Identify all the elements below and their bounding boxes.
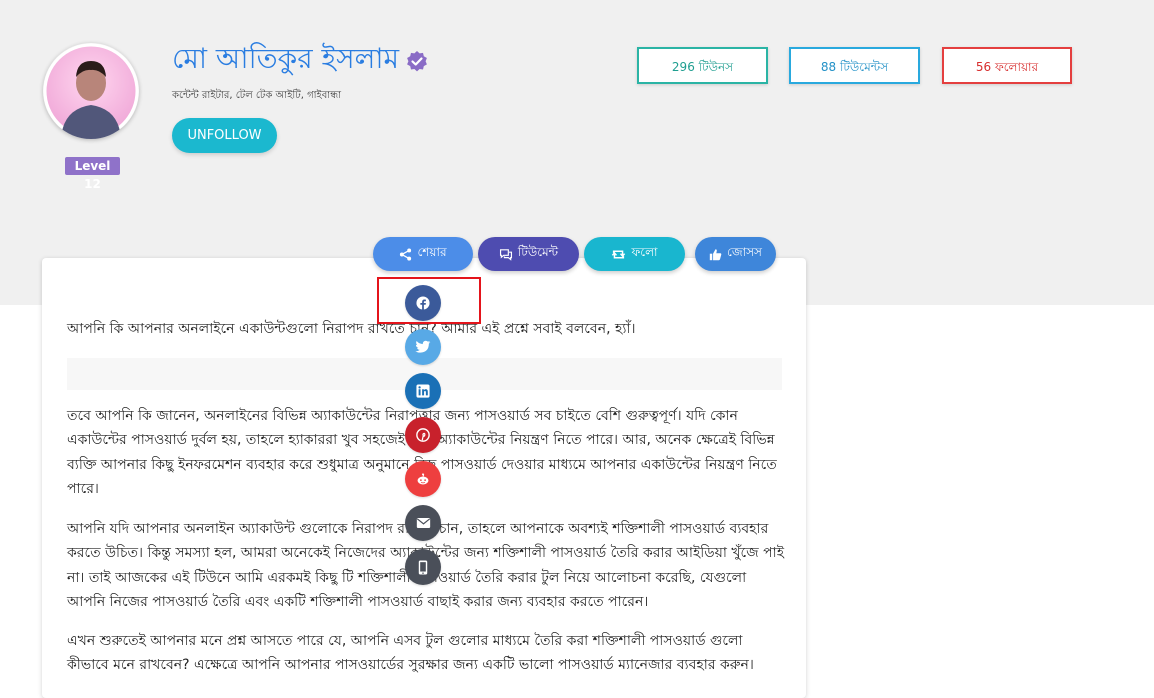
tument-button[interactable]: টিউমেন্ট xyxy=(478,237,579,271)
phone-share-button[interactable] xyxy=(405,549,441,585)
twitter-icon xyxy=(415,340,431,353)
verified-badge-icon xyxy=(405,48,429,72)
linkedin-icon xyxy=(416,384,430,398)
josh-button[interactable]: জোসস xyxy=(695,237,776,271)
follow-label: ফলো xyxy=(631,245,658,259)
thumbs-up-icon xyxy=(709,248,722,260)
article-paragraph: এখন শুরুতেই আপনার মনে প্রশ্ন আসতে পারে য… xyxy=(67,633,754,674)
share-icon xyxy=(400,247,412,261)
email-icon xyxy=(416,518,430,528)
retweet-icon xyxy=(612,250,626,258)
tuments-count-button[interactable]: 88 টিউমেন্টস xyxy=(789,47,920,84)
profile-name-text: মো আতিকুর ইসলাম xyxy=(172,41,400,75)
twitter-share-button[interactable] xyxy=(405,329,441,365)
reddit-icon xyxy=(417,473,429,485)
pinterest-share-button[interactable] xyxy=(405,417,441,453)
comments-icon xyxy=(499,248,512,261)
share-button[interactable]: শেয়ার xyxy=(373,237,473,271)
follow-button[interactable]: ফলো xyxy=(584,237,685,271)
level-badge: Level 12 xyxy=(65,157,120,191)
unfollow-button[interactable]: UNFOLLOW xyxy=(172,118,277,153)
reddit-share-button[interactable] xyxy=(405,461,441,497)
facebook-share-button[interactable] xyxy=(405,285,441,321)
email-share-button[interactable] xyxy=(405,505,441,541)
pinterest-icon xyxy=(416,428,430,442)
followers-count-button[interactable]: 56 ফলোয়ার xyxy=(942,47,1072,84)
phone-icon xyxy=(418,559,428,575)
facebook-icon xyxy=(416,296,430,310)
profile-subtitle: কন্টেন্ট রাইটার, টেল টেক আইটি, গাইবান্ধা xyxy=(172,90,342,101)
tunes-count-button[interactable]: 296 টিউনস xyxy=(637,47,768,84)
linkedin-share-button[interactable] xyxy=(405,373,441,409)
avatar[interactable] xyxy=(43,43,139,139)
josh-label: জোসস xyxy=(727,245,762,259)
tument-label: টিউমেন্ট xyxy=(517,245,559,259)
share-label: শেয়ার xyxy=(417,245,447,259)
profile-name: মো আতিকুর ইসলাম xyxy=(172,40,429,80)
profile-photo xyxy=(43,43,139,139)
